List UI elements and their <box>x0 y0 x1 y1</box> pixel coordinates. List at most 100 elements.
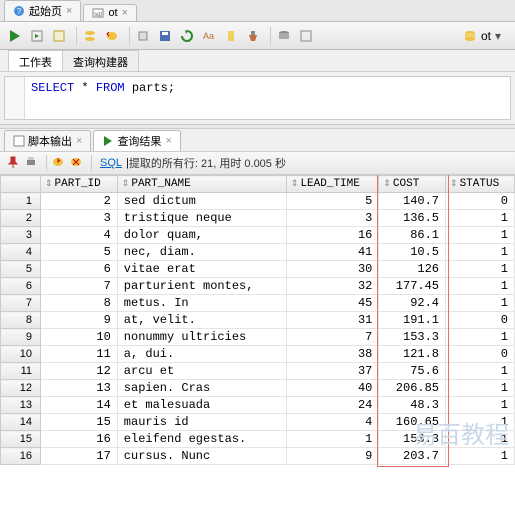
cell-cost[interactable]: 121.8 <box>379 346 446 363</box>
cell-status[interactable]: 1 <box>446 397 515 414</box>
table-row[interactable]: 1516eleifend egestas.1153.31 <box>1 431 515 448</box>
table-row[interactable]: 1011a, dui.38121.80 <box>1 346 515 363</box>
cell-part-name[interactable]: sed dictum <box>117 193 286 210</box>
cell-part-name[interactable]: et malesuada <box>117 397 286 414</box>
cell-part-name[interactable]: sapien. Cras <box>117 380 286 397</box>
cell-status[interactable]: 1 <box>446 448 515 465</box>
cell-part-id[interactable]: 5 <box>41 244 118 261</box>
connection-selector[interactable]: ot ▾ <box>463 29 501 43</box>
run-script-button[interactable] <box>28 27 46 45</box>
cell-status[interactable]: 1 <box>446 227 515 244</box>
cell-cost[interactable]: 140.7 <box>379 193 446 210</box>
close-icon[interactable]: × <box>122 7 128 19</box>
cell-lead-time[interactable]: 4 <box>286 414 378 431</box>
cell-lead-time[interactable]: 41 <box>286 244 378 261</box>
table-row[interactable]: 56vitae erat301261 <box>1 261 515 278</box>
cell-status[interactable]: 0 <box>446 312 515 329</box>
close-icon[interactable]: × <box>165 135 171 147</box>
cell-part-id[interactable]: 16 <box>41 431 118 448</box>
cell-part-name[interactable]: eleifend egestas. <box>117 431 286 448</box>
tab-worksheet[interactable]: 工作表 <box>8 50 63 71</box>
close-icon[interactable]: × <box>66 5 72 17</box>
tab-ot[interactable]: sql ot × <box>83 4 137 21</box>
sql-link[interactable]: SQL <box>100 157 122 169</box>
table-row[interactable]: 1213sapien. Cras40206.851 <box>1 380 515 397</box>
col-cost[interactable]: ⇕COST <box>379 176 446 193</box>
explain-button[interactable] <box>50 27 68 45</box>
cell-part-id[interactable]: 8 <box>41 295 118 312</box>
find-button[interactable]: Aa <box>200 27 218 45</box>
cell-part-id[interactable]: 2 <box>41 193 118 210</box>
cell-part-name[interactable]: at, velit. <box>117 312 286 329</box>
tab-query-result[interactable]: 查询结果 × <box>93 130 180 151</box>
cell-cost[interactable]: 92.4 <box>379 295 446 312</box>
cell-lead-time[interactable]: 32 <box>286 278 378 295</box>
table-row[interactable]: 34dolor quam,1686.11 <box>1 227 515 244</box>
cell-lead-time[interactable]: 30 <box>286 261 378 278</box>
cell-part-name[interactable]: metus. In <box>117 295 286 312</box>
cell-status[interactable]: 1 <box>446 329 515 346</box>
run-button[interactable] <box>6 27 24 45</box>
col-status[interactable]: ⇕STATUS <box>446 176 515 193</box>
cell-status[interactable]: 1 <box>446 380 515 397</box>
cell-part-id[interactable]: 3 <box>41 210 118 227</box>
table-row[interactable]: 45nec, diam.4110.51 <box>1 244 515 261</box>
cell-part-name[interactable]: tristique neque <box>117 210 286 227</box>
cell-lead-time[interactable]: 24 <box>286 397 378 414</box>
cell-cost[interactable]: 153.3 <box>379 431 446 448</box>
col-part-name[interactable]: ⇕PART_NAME <box>117 176 286 193</box>
cell-cost[interactable]: 86.1 <box>379 227 446 244</box>
cell-status[interactable]: 0 <box>446 346 515 363</box>
table-row[interactable]: 67parturient montes,32177.451 <box>1 278 515 295</box>
cell-status[interactable]: 1 <box>446 431 515 448</box>
cell-cost[interactable]: 177.45 <box>379 278 446 295</box>
cell-status[interactable]: 1 <box>446 244 515 261</box>
cancel-button[interactable] <box>69 155 83 172</box>
cell-cost[interactable]: 153.3 <box>379 329 446 346</box>
cell-part-name[interactable]: a, dui. <box>117 346 286 363</box>
cell-part-name[interactable]: cursus. Nunc <box>117 448 286 465</box>
cell-part-id[interactable]: 14 <box>41 397 118 414</box>
close-icon[interactable]: × <box>76 135 82 147</box>
cell-lead-time[interactable]: 16 <box>286 227 378 244</box>
col-part-id[interactable]: ⇕PART_ID <box>41 176 118 193</box>
save-button[interactable] <box>156 27 174 45</box>
cell-lead-time[interactable]: 5 <box>286 193 378 210</box>
col-lead-time[interactable]: ⇕LEAD_TIME <box>286 176 378 193</box>
bookmark-button[interactable] <box>222 27 240 45</box>
cell-part-name[interactable]: nec, diam. <box>117 244 286 261</box>
cell-part-id[interactable]: 4 <box>41 227 118 244</box>
tool-button[interactable] <box>134 27 152 45</box>
cell-part-id[interactable]: 15 <box>41 414 118 431</box>
cell-part-id[interactable]: 11 <box>41 346 118 363</box>
cell-lead-time[interactable]: 3 <box>286 210 378 227</box>
cell-cost[interactable]: 136.5 <box>379 210 446 227</box>
cell-part-name[interactable]: dolor quam, <box>117 227 286 244</box>
clear-button[interactable] <box>244 27 262 45</box>
cell-lead-time[interactable]: 31 <box>286 312 378 329</box>
table-row[interactable]: 89at, velit.31191.10 <box>1 312 515 329</box>
refresh-button[interactable] <box>178 27 196 45</box>
tab-start-page[interactable]: ? 起始页 × <box>4 0 81 21</box>
cell-cost[interactable]: 10.5 <box>379 244 446 261</box>
cell-lead-time[interactable]: 45 <box>286 295 378 312</box>
table-row[interactable]: 1617cursus. Nunc9203.71 <box>1 448 515 465</box>
result-grid-container[interactable]: ⇕PART_ID ⇕PART_NAME ⇕LEAD_TIME ⇕COST ⇕ST… <box>0 175 515 525</box>
cell-status[interactable]: 1 <box>446 414 515 431</box>
table-row[interactable]: 910nonummy ultricies7153.31 <box>1 329 515 346</box>
cell-lead-time[interactable]: 37 <box>286 363 378 380</box>
tab-script-output[interactable]: 脚本输出 × <box>4 130 91 151</box>
print-button[interactable] <box>24 155 38 172</box>
cell-status[interactable]: 1 <box>446 295 515 312</box>
cell-lead-time[interactable]: 38 <box>286 346 378 363</box>
table-row[interactable]: 12sed dictum5140.70 <box>1 193 515 210</box>
cell-part-id[interactable]: 12 <box>41 363 118 380</box>
pin-button[interactable] <box>6 155 20 172</box>
cell-cost[interactable]: 203.7 <box>379 448 446 465</box>
cell-part-name[interactable]: mauris id <box>117 414 286 431</box>
cell-part-name[interactable]: nonummy ultricies <box>117 329 286 346</box>
cell-status[interactable]: 1 <box>446 363 515 380</box>
cell-cost[interactable]: 160.65 <box>379 414 446 431</box>
cell-status[interactable]: 1 <box>446 278 515 295</box>
cell-part-name[interactable]: arcu et <box>117 363 286 380</box>
